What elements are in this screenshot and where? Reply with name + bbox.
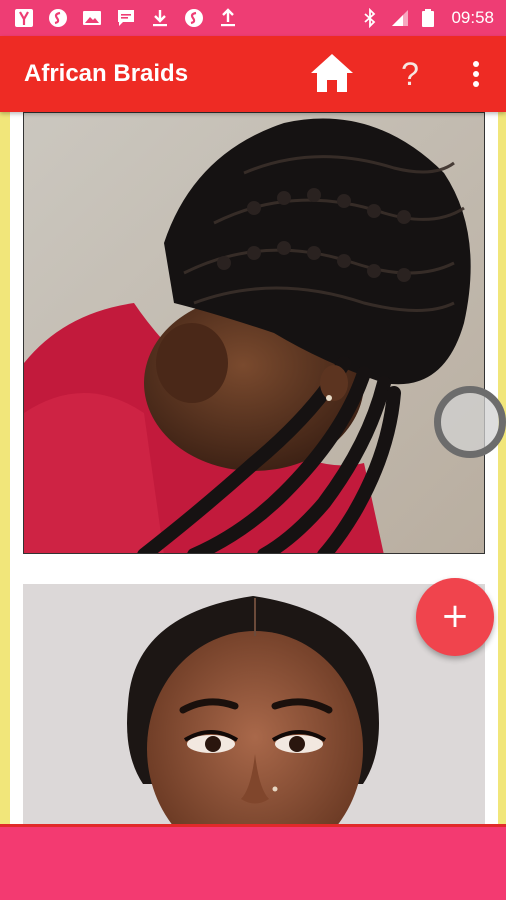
more-options-button[interactable] bbox=[462, 56, 490, 92]
shazam-icon bbox=[49, 9, 67, 27]
shazam-icon bbox=[185, 9, 203, 27]
status-bar: 09:58 bbox=[0, 0, 506, 36]
help-button[interactable]: ? bbox=[392, 52, 428, 96]
bluetooth-icon bbox=[364, 8, 376, 28]
image-feed[interactable] bbox=[10, 112, 498, 824]
help-icon: ? bbox=[401, 56, 419, 92]
fast-scroll-handle[interactable] bbox=[434, 386, 506, 458]
bottom-bar bbox=[0, 824, 506, 900]
message-icon bbox=[118, 10, 134, 26]
home-icon bbox=[311, 54, 353, 92]
battery-icon bbox=[422, 9, 434, 27]
home-button[interactable] bbox=[308, 50, 356, 98]
braid-image-card[interactable] bbox=[23, 112, 485, 554]
app-bar: African Braids ? bbox=[0, 36, 506, 112]
braids-photo bbox=[24, 113, 484, 553]
signal-icon bbox=[392, 10, 408, 26]
status-time: 09:58 bbox=[451, 8, 494, 27]
plus-icon: + bbox=[440, 596, 470, 636]
add-button[interactable]: + bbox=[416, 578, 494, 656]
yandex-icon bbox=[15, 9, 33, 27]
upload-icon bbox=[221, 8, 235, 27]
more-vert-icon bbox=[473, 61, 479, 87]
page-title: African Braids bbox=[24, 60, 189, 87]
download-icon bbox=[153, 10, 167, 27]
image-icon bbox=[83, 11, 101, 25]
